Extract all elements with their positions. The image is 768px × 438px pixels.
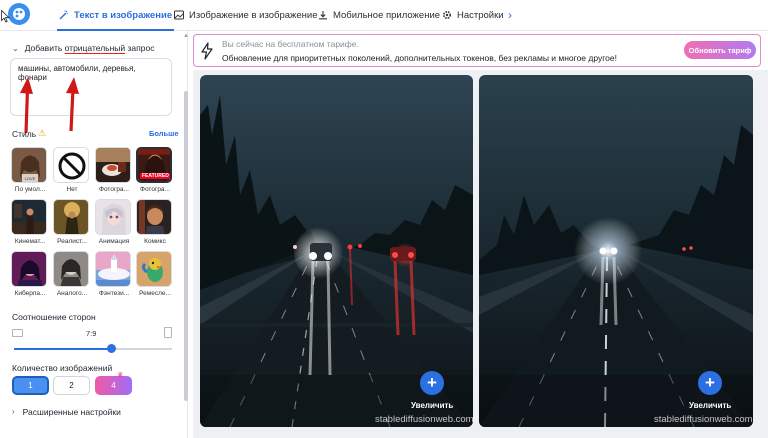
chevron-right-icon[interactable]: ›: [508, 8, 512, 22]
promo-text: Обновление для приоритетных поколений, д…: [222, 53, 617, 63]
featured-badge: FEATURED: [140, 173, 170, 179]
tab-label: Изображение в изображение: [189, 9, 318, 21]
upgrade-plan-button[interactable]: Обновить тариф: [684, 41, 756, 59]
style-thumbnail: [136, 251, 172, 287]
advanced-settings-label: Расширенные настройки: [22, 407, 121, 417]
settings-panel: ▲ ⌄ Добавить отрицательный запрос машины…: [0, 31, 189, 438]
style-thumbnail: FEATURED: [136, 147, 172, 183]
lightning-icon: [201, 42, 213, 60]
crown-icon: ♛: [117, 372, 124, 379]
aspect-ratio-heading: Соотношение сторон: [12, 312, 96, 322]
style-thumbnail: [53, 147, 89, 183]
style-thumbnail: LOVE: [11, 147, 47, 183]
enlarge-plus-icon[interactable]: +: [420, 371, 444, 395]
style-thumbnail: [136, 199, 172, 235]
aspect-ratio-value: 7:9: [86, 329, 97, 338]
enlarge-label[interactable]: Увеличить: [689, 401, 731, 410]
promo-title: Вы сейчас на бесплатном тарифе.: [222, 39, 359, 49]
advanced-settings-toggle[interactable]: › Расширенные настройки: [12, 407, 121, 417]
style-heading: Стиль: [12, 129, 37, 139]
style-realistic[interactable]: Реалист...: [53, 199, 91, 245]
result-image-2[interactable]: + Увеличить stablediffusionweb.com: [479, 75, 753, 427]
annotation-arrow: [66, 77, 79, 132]
style-comic[interactable]: Комикс: [136, 199, 174, 245]
style-thumbnail: [95, 199, 131, 235]
top-nav: Текст в изображение Изображение в изобра…: [0, 0, 768, 31]
download-icon: [318, 10, 328, 20]
style-cyberpunk[interactable]: Киберпа...: [11, 251, 49, 297]
result-image-1[interactable]: + Увеличить stablediffusionweb.com: [200, 75, 473, 427]
count-option-2[interactable]: 2: [53, 376, 90, 395]
tab-image-to-image[interactable]: Изображение в изображение: [174, 0, 318, 30]
slider-handle[interactable]: [107, 344, 117, 353]
app-logo[interactable]: [8, 3, 30, 25]
none-icon: [58, 152, 86, 180]
watermark: stablediffusionweb.com: [375, 414, 473, 425]
magic-wand-icon: [59, 10, 69, 20]
image-icon: [174, 10, 184, 20]
style-thumbnail: [53, 251, 89, 287]
svg-text:LOVE: LOVE: [25, 176, 36, 181]
style-anime[interactable]: Анимация: [95, 199, 133, 245]
chevron-right-icon: ›: [12, 407, 15, 416]
mouse-cursor-icon: [1, 10, 10, 23]
style-thumbnail: [11, 199, 47, 235]
tab-settings[interactable]: Настройки: [442, 0, 504, 30]
count-option-4[interactable]: 4: [95, 376, 132, 395]
chevron-down-icon: ⌄: [12, 43, 19, 53]
style-photo-featured[interactable]: FEATURED Фотогра...: [136, 147, 174, 193]
aspect-ratio-slider[interactable]: [14, 348, 172, 350]
enlarge-label[interactable]: Увеличить: [411, 401, 453, 410]
panel-scrollbar[interactable]: [184, 91, 188, 401]
style-thumbnail: [11, 251, 47, 287]
styles-more-link[interactable]: Больше: [149, 129, 179, 138]
style-photo[interactable]: Фотогра...: [95, 147, 133, 193]
watermark: stablediffusionweb.com: [654, 414, 753, 425]
style-thumbnail: [53, 199, 89, 235]
image-count-heading: Количество изображений: [12, 363, 113, 373]
style-none[interactable]: Нет: [53, 147, 91, 193]
slider-fill: [14, 348, 112, 350]
promo-banner: Вы сейчас на бесплатном тарифе. Обновлен…: [193, 34, 761, 67]
tab-label: Текст в изображение: [74, 9, 173, 21]
tab-label: Настройки: [457, 9, 504, 21]
tab-label: Мобильное приложение: [333, 9, 441, 21]
negative-prompt-toggle[interactable]: ⌄ Добавить отрицательный запрос: [12, 43, 154, 53]
style-thumbnail: [95, 147, 131, 183]
style-craft[interactable]: Ремесле...: [136, 251, 174, 297]
gear-icon: [442, 10, 452, 20]
style-fantasy[interactable]: Фэнтези...: [95, 251, 133, 297]
negative-prompt-heading: Добавить отрицательный запрос: [24, 43, 155, 53]
landscape-ratio-icon: [12, 329, 23, 337]
count-option-1[interactable]: 1: [12, 376, 49, 395]
tab-mobile-app[interactable]: Мобильное приложение: [318, 0, 440, 30]
warning-icon: ⚠: [38, 128, 47, 138]
tab-text-to-image[interactable]: Текст в изображение: [57, 0, 175, 31]
enlarge-plus-icon[interactable]: +: [698, 371, 722, 395]
style-analog[interactable]: Аналого...: [53, 251, 91, 297]
portrait-ratio-icon: [164, 327, 172, 338]
negative-prompt-input[interactable]: машины, автомобили, деревья, фонари: [10, 58, 172, 116]
style-thumbnail: [95, 251, 131, 287]
style-default[interactable]: LOVE По умол...: [11, 147, 49, 193]
annotation-arrow: [20, 77, 33, 134]
style-cinematic[interactable]: Кинемат...: [11, 199, 49, 245]
scroll-up-icon[interactable]: ▲: [183, 33, 189, 39]
